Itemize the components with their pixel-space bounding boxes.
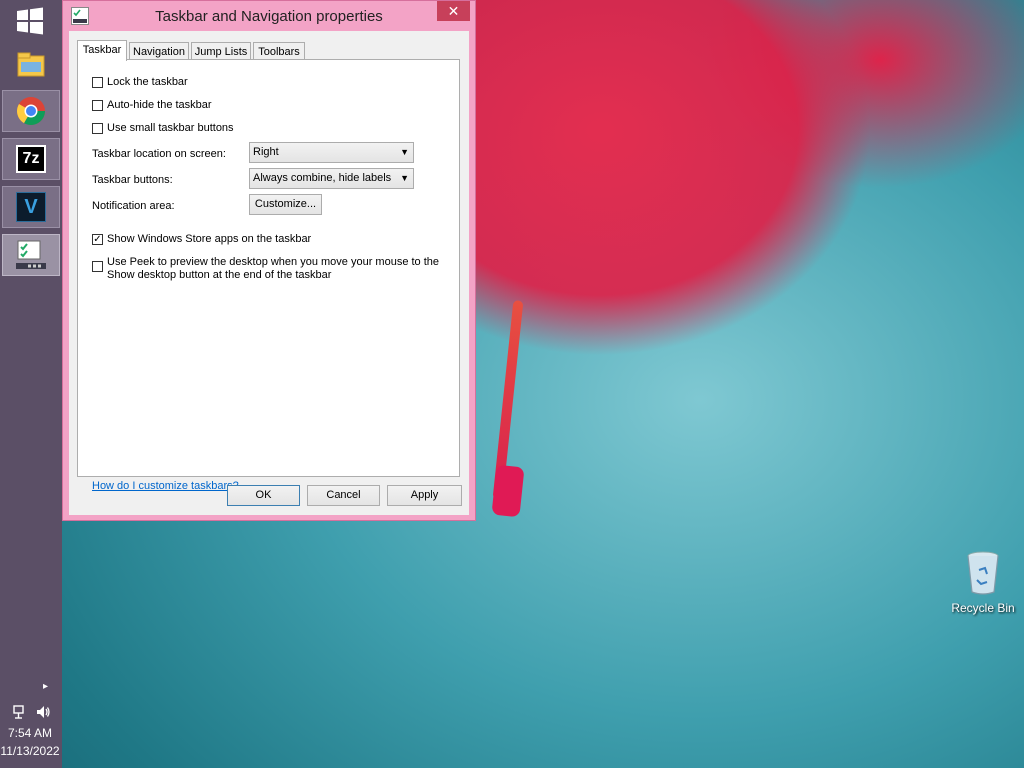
tab-jump-lists[interactable]: Jump Lists — [191, 42, 251, 60]
taskbar-vegas[interactable]: V — [2, 186, 60, 228]
taskbar-tab-panel: Lock the taskbar Auto-hide the taskbar U… — [77, 59, 460, 492]
customize-button[interactable]: Customize... — [249, 194, 322, 215]
taskbar-buttons-label: Taskbar buttons: — [92, 174, 173, 186]
peek-label-line2: Show desktop button at the end of the ta… — [107, 269, 332, 281]
7zip-icon: 7z — [16, 145, 46, 173]
taskbar-properties-icon — [16, 240, 46, 269]
tab-navigation[interactable]: Navigation — [129, 42, 189, 60]
location-label: Taskbar location on screen: — [92, 148, 226, 160]
small-buttons-checkbox[interactable] — [92, 123, 103, 134]
tab-taskbar[interactable]: Taskbar — [77, 40, 127, 61]
dialog-client-area: Taskbar Navigation Jump Lists Toolbars L… — [69, 31, 469, 515]
store-apps-checkbox[interactable]: ✓ — [92, 234, 103, 245]
dialog-titlebar[interactable]: Taskbar and Navigation properties ✕ — [63, 1, 475, 31]
small-buttons-option[interactable]: Use small taskbar buttons — [92, 122, 234, 135]
taskbar-properties-dialog: Taskbar and Navigation properties ✕ Task… — [62, 0, 476, 521]
peek-option[interactable]: Use Peek to preview the desktop when you… — [92, 256, 439, 282]
windows-logo-icon — [17, 7, 43, 35]
chevron-down-icon: ▼ — [400, 173, 409, 183]
cancel-button[interactable]: Cancel — [307, 485, 380, 506]
start-button[interactable] — [14, 6, 46, 36]
network-icon[interactable] — [12, 704, 28, 720]
flower-stamen-tip — [491, 464, 525, 518]
recycle-bin-label: Recycle Bin — [951, 601, 1015, 615]
peek-label: Use Peek to preview the desktop when you… — [107, 256, 439, 282]
taskbar-buttons-dropdown[interactable]: Always combine, hide labels ▼ — [249, 168, 414, 189]
autohide-option[interactable]: Auto-hide the taskbar — [92, 99, 212, 112]
vegas-icon: V — [16, 192, 46, 222]
show-hidden-icons-button[interactable]: ▸ — [43, 681, 48, 692]
clock-date[interactable]: 11/13/2022 — [0, 744, 60, 758]
clock-time[interactable]: 7:54 AM — [0, 726, 60, 740]
lock-taskbar-label: Lock the taskbar — [107, 76, 188, 88]
tab-toolbars[interactable]: Toolbars — [253, 42, 305, 60]
taskbar: 7z V ▸ 7:54 AM 11/13/2022 — [0, 0, 62, 768]
peek-checkbox[interactable] — [92, 261, 103, 272]
close-button[interactable]: ✕ — [437, 1, 470, 21]
recycle-bin-icon — [967, 551, 999, 595]
taskbar-chrome[interactable] — [2, 90, 60, 132]
taskbar-file-explorer[interactable] — [2, 44, 60, 86]
7zip-icon-label: 7z — [22, 150, 40, 167]
dialog-title: Taskbar and Navigation properties — [155, 8, 383, 25]
autohide-label: Auto-hide the taskbar — [107, 99, 212, 111]
recycle-bin[interactable]: Recycle Bin — [950, 550, 1016, 615]
volume-icon[interactable] — [35, 704, 51, 720]
location-dropdown[interactable]: Right ▼ — [249, 142, 414, 163]
taskbar-buttons-value: Always combine, hide labels — [253, 172, 392, 184]
chevron-down-icon: ▼ — [400, 147, 409, 157]
help-link[interactable]: How do I customize taskbars? — [92, 480, 239, 492]
peek-label-line1: Use Peek to preview the desktop when you… — [107, 256, 440, 268]
location-value: Right — [253, 146, 279, 158]
taskbar-7zip[interactable]: 7z — [2, 138, 60, 180]
notification-area-label: Notification area: — [92, 200, 175, 212]
apply-button[interactable]: Apply — [387, 485, 462, 506]
vegas-icon-label: V — [24, 196, 38, 218]
file-explorer-icon — [17, 52, 45, 77]
taskbar-properties[interactable] — [2, 234, 60, 276]
small-buttons-label: Use small taskbar buttons — [107, 122, 234, 134]
lock-taskbar-option[interactable]: Lock the taskbar — [92, 76, 188, 89]
store-apps-option[interactable]: ✓ Show Windows Store apps on the taskbar — [92, 233, 311, 246]
autohide-checkbox[interactable] — [92, 100, 103, 111]
chrome-icon — [17, 97, 45, 125]
close-icon: ✕ — [447, 3, 460, 19]
ok-button[interactable]: OK — [227, 485, 300, 506]
lock-taskbar-checkbox[interactable] — [92, 77, 103, 88]
store-apps-label: Show Windows Store apps on the taskbar — [107, 233, 312, 245]
